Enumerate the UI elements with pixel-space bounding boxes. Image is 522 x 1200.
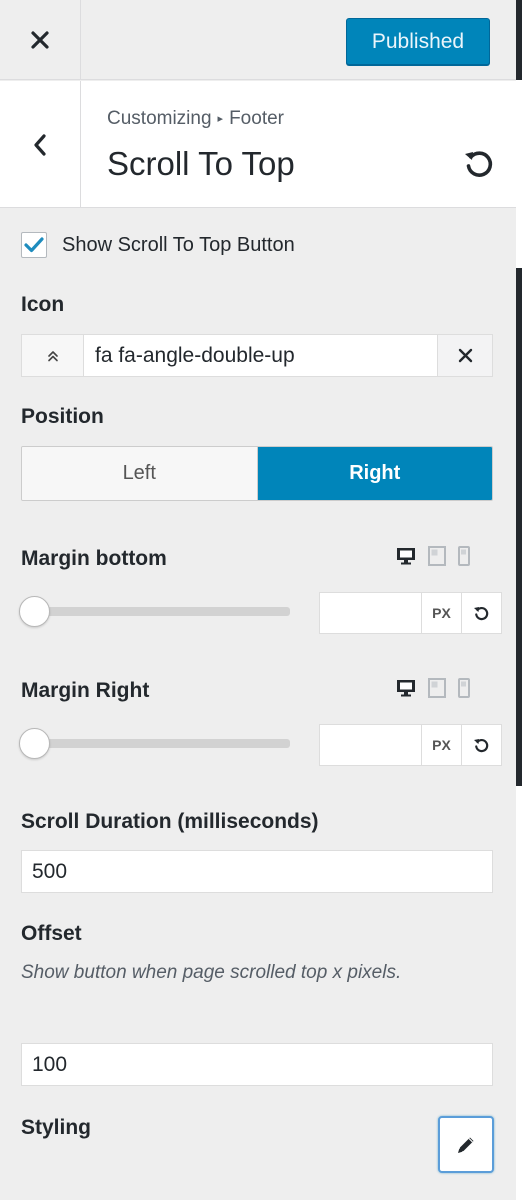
desktop-icon[interactable] [396,679,416,697]
icon-clear-button[interactable] [437,335,492,376]
checkmark-icon [24,237,44,253]
breadcrumb-root: Customizing [107,108,212,129]
breadcrumb-parent: Footer [229,108,284,129]
customizer-header: Published [0,0,516,80]
publish-button[interactable]: Published [346,18,490,65]
offset-description: Show button when page scrolled top x pix… [21,962,402,983]
margin-bottom-reset-button[interactable] [462,593,501,633]
margin-right-input-group: PX [319,724,502,766]
margin-bottom-slider-track[interactable] [22,607,290,616]
breadcrumb: Customizing ▸ Footer [107,108,284,130]
chevron-left-icon [34,133,46,156]
tablet-icon[interactable] [428,678,446,698]
margin-right-slider-track[interactable] [22,739,290,748]
icon-value[interactable]: fa fa-angle-double-up [84,335,437,376]
margin-right-input[interactable] [320,725,422,765]
show-scroll-top-label: Show Scroll To Top Button [62,233,295,256]
offset-label: Offset [21,922,82,945]
margin-bottom-slider-handle[interactable] [19,596,50,627]
breadcrumb-separator: ▸ [217,113,224,125]
undo-icon [474,606,489,620]
preview-edge-dark-mid [516,268,522,786]
icon-picker[interactable]: fa fa-angle-double-up [21,334,493,377]
margin-right-reset-button[interactable] [462,725,501,765]
show-scroll-top-checkbox[interactable] [21,232,47,258]
position-toggle: Left Right [21,446,493,501]
margin-right-slider-handle[interactable] [19,728,50,759]
margin-right-label: Margin Right [21,679,150,702]
mobile-icon[interactable] [458,546,470,566]
scroll-duration-input[interactable]: 500 [21,850,493,893]
back-button[interactable] [0,81,81,208]
close-icon [458,348,472,363]
close-button[interactable] [0,0,81,80]
icon-preview[interactable] [22,335,84,376]
undo-icon [465,151,493,177]
undo-icon [474,738,489,752]
styling-edit-button[interactable] [438,1116,494,1173]
margin-bottom-input-group: PX [319,592,502,634]
mobile-icon[interactable] [458,678,470,698]
desktop-icon[interactable] [396,547,416,565]
position-right-button[interactable]: Right [257,447,492,500]
icon-label: Icon [21,293,65,316]
margin-bottom-label: Margin bottom [21,547,167,570]
margin-bottom-unit[interactable]: PX [422,593,462,633]
position-label: Position [21,405,104,428]
pencil-icon [458,1137,474,1153]
section-title: Scroll To Top [107,145,295,182]
show-scroll-top-row[interactable]: Show Scroll To Top Button [21,232,295,258]
margin-bottom-devices [396,546,470,566]
section-reset-button[interactable] [462,147,496,186]
angle-double-up-icon [47,350,58,361]
position-left-button[interactable]: Left [22,447,258,500]
close-icon [31,31,49,49]
scroll-duration-label: Scroll Duration (milliseconds) [21,810,319,833]
margin-right-devices [396,678,470,698]
styling-label: Styling [21,1116,92,1139]
preview-edge-dark-top [516,0,522,80]
section-header: Customizing ▸ Footer Scroll To Top [0,81,516,208]
margin-bottom-input[interactable] [320,593,422,633]
margin-right-unit[interactable]: PX [422,725,462,765]
offset-input[interactable]: 100 [21,1043,493,1086]
tablet-icon[interactable] [428,546,446,566]
